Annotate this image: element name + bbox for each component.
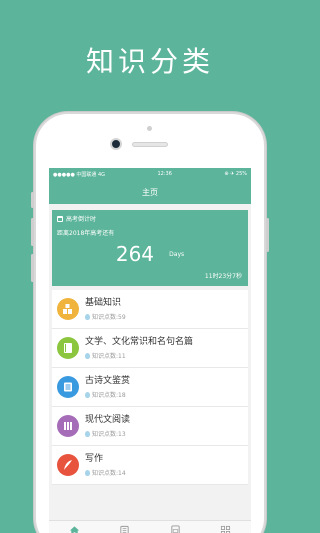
power-button [266, 218, 269, 252]
calendar-icon [57, 215, 63, 222]
status-bar: ●●●●● 中国联通 4G 12:36 ⊕ ✈ 25% [49, 168, 251, 180]
category-count-text: 知识点数:59 [92, 314, 126, 321]
countdown-unit: Days [169, 250, 185, 258]
countdown-subtitle: 距离2018年高考还有 [57, 230, 115, 237]
category-title: 基础知识 [85, 298, 122, 308]
category-item-poetry[interactable]: 古诗文鉴赏 知识点数:18 [52, 368, 248, 407]
lightbulb-icon [85, 430, 90, 437]
category-title: 写作 [85, 454, 104, 464]
category-count: 知识点数:14 [85, 468, 126, 477]
category-count-text: 知识点数:18 [92, 392, 126, 399]
category-count: 知识点数:11 [85, 351, 193, 360]
category-title: 古诗文鉴赏 [85, 376, 131, 386]
quill-icon [57, 454, 79, 476]
status-time: 12:36 [157, 171, 172, 177]
countdown-header: 高考倒计时 [57, 214, 243, 223]
tab-exams[interactable]: 试题 [155, 525, 195, 533]
category-count-text: 知识点数:11 [92, 353, 126, 360]
volume-up-button [31, 218, 34, 246]
books-icon [57, 415, 79, 437]
countdown-header-label: 高考倒计时 [66, 216, 97, 223]
category-title: 现代文阅读 [85, 415, 131, 425]
book-stack-icon [120, 525, 129, 533]
battery-text: ⊕ ✈ 25% [224, 171, 247, 177]
page-title: 主页 [142, 187, 158, 197]
proximity-sensor [147, 126, 152, 131]
exam-countdown-card: 高考倒计时 距离2018年高考还有 264 Days 11时23分7秒 [52, 210, 248, 286]
mute-switch [31, 192, 34, 208]
category-list: 基础知识 知识点数:59 文学、文化常识和名句名篇 知识点数:11 古诗文鉴赏 … [52, 290, 248, 485]
category-count: 知识点数:59 [85, 312, 126, 321]
exam-icon [171, 525, 180, 533]
volume-down-button [31, 254, 34, 282]
home-icon [69, 526, 79, 533]
scroll-icon [57, 376, 79, 398]
category-item-writing[interactable]: 写作 知识点数:14 [52, 446, 248, 485]
category-count-text: 知识点数:14 [92, 470, 126, 477]
category-item-modern-reading[interactable]: 现代文阅读 知识点数:13 [52, 407, 248, 446]
nav-bar: 主页 [49, 180, 251, 204]
carrier-text: ●●●●● 中国联通 4G [53, 171, 106, 178]
tab-home[interactable]: 主页 [54, 525, 94, 533]
book-icon [57, 337, 79, 359]
category-count-text: 知识点数:13 [92, 431, 126, 438]
category-count: 知识点数:18 [85, 390, 130, 399]
blocks-icon [57, 298, 79, 320]
tab-bar: 主页 书籍 试题 更多 [49, 520, 251, 533]
front-camera [110, 138, 122, 150]
countdown-days: 264 [115, 242, 155, 266]
lightbulb-icon [85, 391, 90, 398]
category-item-literature[interactable]: 文学、文化常识和名句名篇 知识点数:11 [52, 329, 248, 368]
lightbulb-icon [85, 469, 90, 476]
grid-icon [221, 525, 231, 533]
phone-frame: ●●●●● 中国联通 4G 12:36 ⊕ ✈ 25% 主页 高考倒计时 距离2… [31, 112, 269, 533]
countdown-time: 11时23分7秒 [204, 273, 242, 280]
lightbulb-icon [85, 352, 90, 359]
category-count: 知识点数:13 [85, 429, 130, 438]
app-screen: ●●●●● 中国联通 4G 12:36 ⊕ ✈ 25% 主页 高考倒计时 距离2… [49, 168, 251, 533]
lightbulb-icon [85, 313, 90, 320]
promo-title: 知识分类 [85, 45, 214, 78]
tab-more[interactable]: 更多 [206, 525, 246, 533]
category-title: 文学、文化常识和名句名篇 [85, 337, 194, 347]
countdown-days-row: 264 Days [52, 242, 248, 266]
tab-books[interactable]: 书籍 [105, 525, 145, 533]
earpiece-speaker [132, 142, 168, 147]
category-item-basic[interactable]: 基础知识 知识点数:59 [52, 290, 248, 329]
